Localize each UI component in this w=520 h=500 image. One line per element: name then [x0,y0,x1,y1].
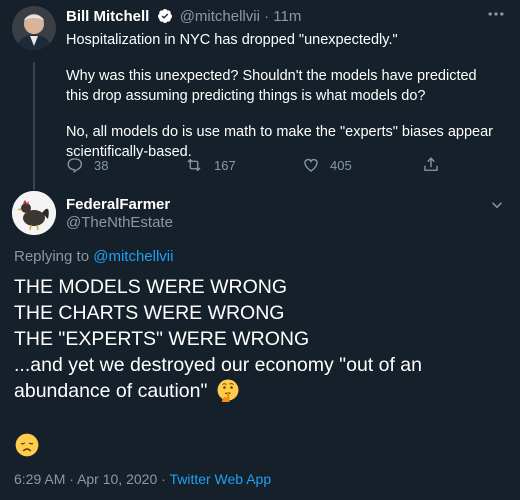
reply-time[interactable]: 6:29 AM [14,471,65,487]
reply-count: 38 [94,157,109,173]
avatar[interactable] [12,6,56,50]
author-name[interactable]: Bill Mitchell [66,8,149,25]
retweet-button[interactable]: 167 [184,156,236,174]
replying-prefix: Replying to [14,248,90,265]
retweet-count: 167 [214,157,236,173]
reply-avatar[interactable] [12,191,56,235]
reply-author-handle[interactable]: @TheNthEstate [66,214,173,231]
separator-dot: · [161,471,166,487]
like-count: 405 [330,157,352,173]
reply-icon [67,158,82,174]
separator-dot: · [264,8,270,25]
author-handle[interactable]: @mitchellvii [180,8,260,25]
thinking-face-emoji [217,379,239,402]
tweet-paragraph: Hospitalization in NYC has dropped "unex… [66,32,398,48]
chevron-down-icon[interactable] [488,196,506,219]
thread-connector [33,62,35,190]
separator-dot: · [69,471,74,487]
more-icon[interactable] [486,4,506,29]
share-icon [424,157,438,171]
verified-badge-icon [157,8,173,28]
reply-line-final: ...and yet we destroyed our economy "out… [14,352,484,404]
parent-header: Bill Mitchell @mitchellvii · 11m [66,8,301,28]
reply-author-name[interactable]: FederalFarmer [66,196,170,213]
disappointed-face-emoji [14,432,40,463]
replying-to-link[interactable]: @mitchellvii [93,248,173,265]
tweet-paragraph: Why was this unexpected? Shouldn't the m… [66,68,477,104]
reply-text: THE MODELS WERE WRONG THE CHARTS WERE WR… [14,274,484,404]
like-button[interactable]: 405 [302,156,352,174]
share-button[interactable] [422,156,440,174]
tweet-actions: 38 167 405 [66,156,446,176]
retweet-icon [187,158,201,172]
reply-line: THE CHARTS WERE WRONG [14,302,285,324]
tweet-time[interactable]: 11m [273,8,301,25]
replying-to: Replying to @mitchellvii [14,248,173,265]
reply-line: THE MODELS WERE WRONG [14,276,288,298]
like-icon [304,158,318,172]
tweet-metadata: 6:29 AM · Apr 10, 2020 · Twitter Web App [14,471,271,487]
reply-button[interactable]: 38 [66,156,108,174]
source-app-link[interactable]: Twitter Web App [169,471,271,487]
reply-date[interactable]: Apr 10, 2020 [77,471,157,487]
parent-tweet[interactable]: Bill Mitchell @mitchellvii · 11m Hospita… [0,0,520,190]
reply-line: THE "EXPERTS" WERE WRONG [14,328,310,350]
